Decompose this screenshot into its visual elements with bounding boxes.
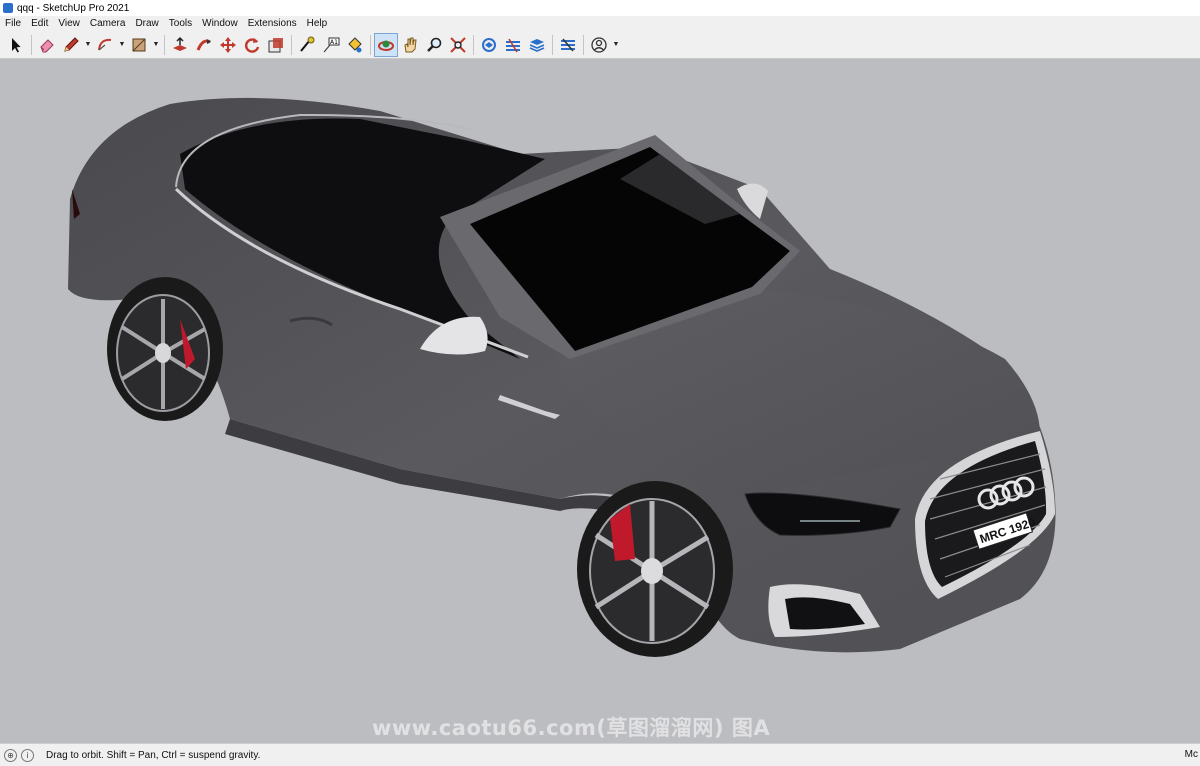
push-pull-tool-button[interactable]: [168, 33, 192, 57]
layout-stack-icon: [529, 38, 545, 52]
status-message: Drag to orbit. Shift = Pan, Ctrl = suspe…: [46, 749, 261, 761]
arc-tool-button[interactable]: [93, 33, 117, 57]
sketchup-logo-icon: [3, 3, 13, 13]
push-pull-icon: [173, 36, 187, 51]
scale-icon: [268, 37, 283, 52]
car-model: MRC 1920: [68, 97, 1056, 657]
window-title: qqq - SketchUp Pro 2021: [17, 2, 130, 14]
paint-bucket-tool-button[interactable]: [343, 33, 367, 57]
extension-warehouse-icon: [506, 38, 520, 52]
menu-help[interactable]: Help: [302, 18, 333, 29]
menu-extensions[interactable]: Extensions: [243, 18, 302, 29]
info-icon[interactable]: i: [21, 748, 34, 762]
3d-warehouse-icon: [482, 37, 496, 52]
menu-draw[interactable]: Draw: [130, 18, 163, 29]
arc-tool-dropdown[interactable]: ▼: [117, 33, 127, 57]
scale-tool-button[interactable]: [264, 33, 288, 57]
toolbar-separator: [552, 34, 553, 55]
model-viewport[interactable]: MRC 1920: [0, 59, 1200, 743]
status-bar: ⊕ i Drag to orbit. Shift = Pan, Ctrl = s…: [0, 743, 1200, 766]
rotate-tool-button[interactable]: [240, 33, 264, 57]
main-toolbar: ▼ ▼ ▼ A1 ▼: [0, 30, 1200, 59]
shapes-tool-dropdown[interactable]: ▼: [151, 33, 161, 57]
paint-bucket-icon: [348, 36, 362, 52]
magnifier-icon: [427, 37, 442, 52]
toolbar-separator: [291, 34, 292, 55]
watermark-text: www.caotu66.com(草图溜溜网) 图A: [372, 716, 771, 740]
eraser-icon: [40, 38, 54, 52]
zoom-tool-button[interactable]: [422, 33, 446, 57]
move-arrows-icon: [220, 36, 236, 53]
toolbar-separator: [164, 34, 165, 55]
toolbar-separator: [31, 34, 32, 55]
eraser-tool-button[interactable]: [35, 33, 59, 57]
toolbar-separator: [370, 34, 371, 55]
arrow-cursor-icon: [12, 37, 21, 52]
shapes-tool-button[interactable]: [127, 33, 151, 57]
extension-warehouse-tool-button[interactable]: [501, 33, 525, 57]
zoom-extents-icon: [450, 36, 466, 53]
follow-me-icon: [196, 38, 211, 51]
toolbar-separator: [473, 34, 474, 55]
follow-me-tool-button[interactable]: [192, 33, 216, 57]
menu-file[interactable]: File: [0, 18, 26, 29]
toolbar-separator: [583, 34, 584, 55]
account-tool-button[interactable]: [587, 33, 611, 57]
menu-window[interactable]: Window: [197, 18, 243, 29]
measurements-label: Mc: [1184, 749, 1198, 760]
extension-manager-tool-button[interactable]: [556, 33, 580, 57]
menu-tools[interactable]: Tools: [164, 18, 197, 29]
menu-view[interactable]: View: [53, 18, 85, 29]
tape-measure-icon: [300, 36, 315, 52]
zoom-extents-tool-button[interactable]: [446, 33, 470, 57]
select-tool-button[interactable]: [4, 33, 28, 57]
text-label-icon: A1: [323, 37, 340, 52]
rotate-icon: [245, 37, 260, 53]
menu-bar: File Edit View Camera Draw Tools Window …: [0, 16, 1200, 30]
text-tool-button[interactable]: A1: [319, 33, 343, 57]
tape-measure-tool-button[interactable]: [295, 33, 319, 57]
front-wheel: [577, 481, 733, 657]
rectangle-icon: [132, 38, 146, 51]
warehouse-tool-button[interactable]: [477, 33, 501, 57]
orbit-icon: [378, 40, 394, 51]
geo-location-icon[interactable]: ⊕: [4, 748, 17, 762]
arc-icon: [98, 38, 112, 50]
line-tool-button[interactable]: [59, 33, 83, 57]
rear-wheel: [107, 277, 223, 421]
menu-edit[interactable]: Edit: [26, 18, 53, 29]
pan-tool-button[interactable]: [398, 33, 422, 57]
orbit-tool-button[interactable]: [374, 32, 398, 57]
pencil-icon: [64, 36, 79, 52]
layout-tool-button[interactable]: [525, 33, 549, 57]
user-account-icon: [591, 36, 607, 53]
title-bar: qqq - SketchUp Pro 2021: [0, 0, 1200, 16]
svg-text:A1: A1: [330, 39, 338, 46]
account-dropdown[interactable]: ▼: [611, 33, 621, 57]
hand-icon: [404, 37, 417, 52]
extension-manager-icon: [561, 38, 575, 51]
line-tool-dropdown[interactable]: ▼: [83, 33, 93, 57]
menu-camera[interactable]: Camera: [85, 18, 131, 29]
move-tool-button[interactable]: [216, 33, 240, 57]
